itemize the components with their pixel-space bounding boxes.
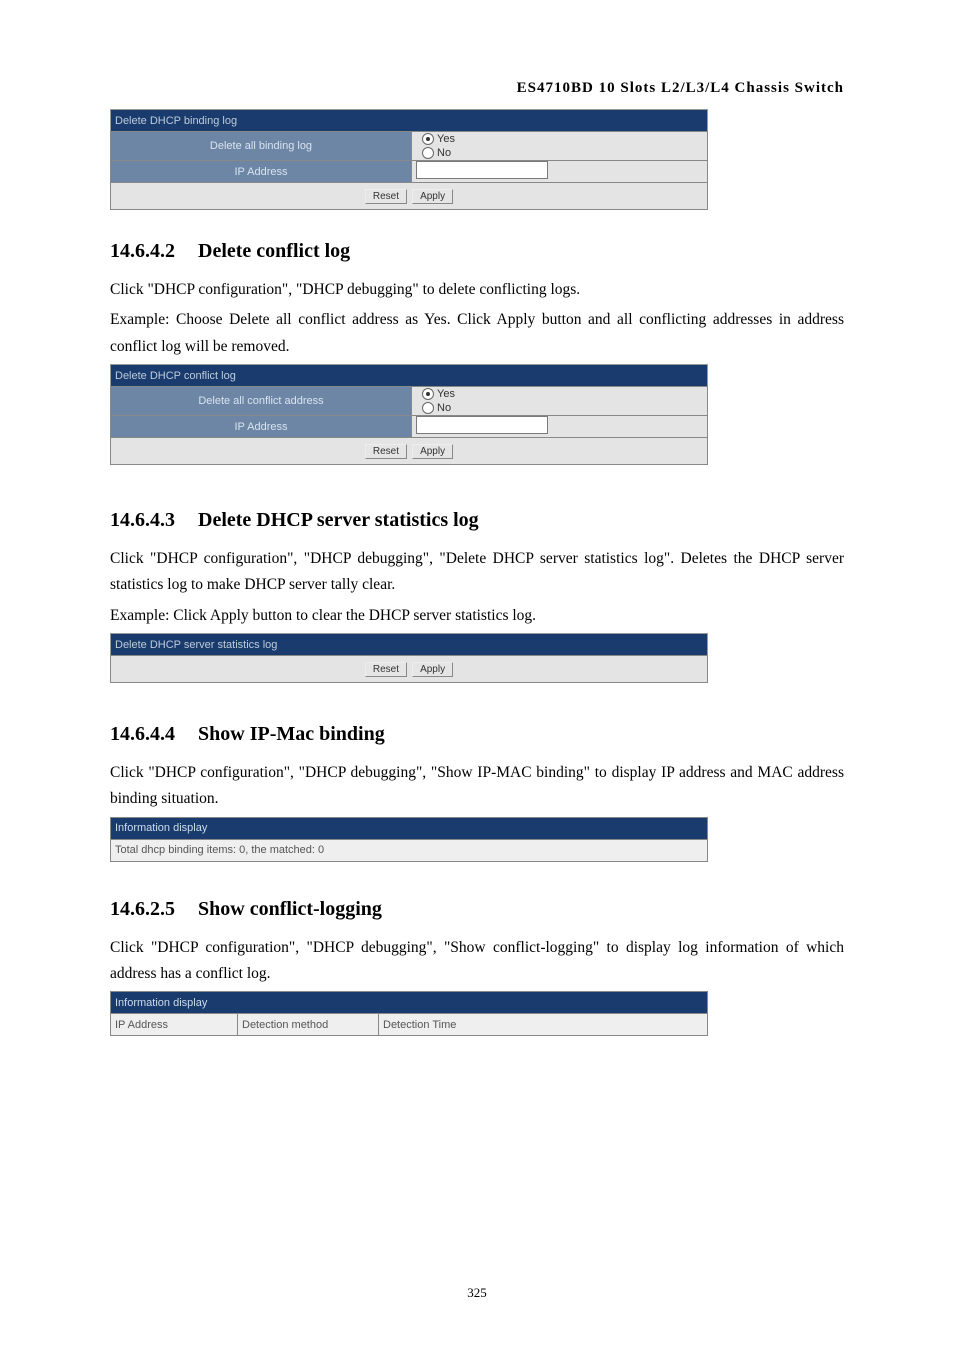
info-display-conflict: Information display IP Address Detection… <box>110 991 708 1036</box>
document-page: ES4710BD 10 Slots L2/L3/L4 Chassis Switc… <box>0 0 954 1351</box>
section-number: 14.6.4.4 <box>110 723 175 746</box>
section-number: 14.6.4.3 <box>110 509 175 532</box>
col-ip-address: IP Address <box>111 1014 238 1036</box>
section-heading: 14.6.4.2 Delete conflict log <box>110 240 844 263</box>
page-header: ES4710BD 10 Slots L2/L3/L4 Chassis Switc… <box>110 80 844 97</box>
paragraph: Click "DHCP configuration", "DHCP debugg… <box>110 760 844 813</box>
ip-address-value <box>412 416 708 438</box>
radio-yes-label: Yes <box>437 133 455 145</box>
section-number: 14.6.4.2 <box>110 240 175 263</box>
section-title: Show IP-Mac binding <box>198 723 385 745</box>
apply-button[interactable]: Apply <box>412 662 453 677</box>
radio-icon <box>422 147 434 159</box>
info-header: Information display <box>111 992 708 1014</box>
form-title: Delete DHCP server statistics log <box>111 634 708 656</box>
reset-button[interactable]: Reset <box>365 189 407 204</box>
delete-all-binding-label: Delete all binding log <box>111 132 412 161</box>
section-heading: 14.6.4.4 Show IP-Mac binding <box>110 723 844 746</box>
page-number: 325 <box>467 1285 487 1301</box>
radio-yes[interactable]: Yes <box>422 387 703 401</box>
section-number: 14.6.2.5 <box>110 898 175 921</box>
ip-address-label: IP Address <box>111 161 412 183</box>
reset-button[interactable]: Reset <box>365 444 407 459</box>
radio-no[interactable]: No <box>422 401 703 415</box>
col-detection-method: Detection method <box>238 1014 379 1036</box>
info-display-ipmac: Information display Total dhcp binding i… <box>110 817 708 862</box>
ip-address-label: IP Address <box>111 416 412 438</box>
paragraph: Click "DHCP configuration", "DHCP debugg… <box>110 935 844 988</box>
ip-address-input[interactable] <box>416 416 548 434</box>
info-body: Total dhcp binding items: 0, the matched… <box>111 839 708 861</box>
info-header: Information display <box>111 817 708 839</box>
form-title: Delete DHCP conflict log <box>111 365 708 387</box>
delete-stats-log-form: Delete DHCP server statistics log Reset … <box>110 633 708 683</box>
delete-conflict-log-form: Delete DHCP conflict log Delete all conf… <box>110 364 708 465</box>
apply-button[interactable]: Apply <box>412 444 453 459</box>
form-title: Delete DHCP binding log <box>111 110 708 132</box>
radio-yes[interactable]: Yes <box>422 132 703 146</box>
radio-yes-label: Yes <box>437 388 455 400</box>
section-title: Delete conflict log <box>198 240 350 262</box>
section-title: Show conflict-logging <box>198 898 382 920</box>
reset-button[interactable]: Reset <box>365 662 407 677</box>
apply-button[interactable]: Apply <box>412 189 453 204</box>
ip-address-value <box>412 161 708 183</box>
radio-icon <box>422 402 434 414</box>
section-heading: 14.6.4.3 Delete DHCP server statistics l… <box>110 509 844 532</box>
radio-no-label: No <box>437 402 451 414</box>
delete-binding-log-form: Delete DHCP binding log Delete all bindi… <box>110 109 708 210</box>
radio-icon <box>422 133 434 145</box>
delete-all-conflict-label: Delete all conflict address <box>111 387 412 416</box>
radio-no[interactable]: No <box>422 146 703 160</box>
radio-no-label: No <box>437 147 451 159</box>
paragraph: Example: Choose Delete all conflict addr… <box>110 307 844 360</box>
delete-all-conflict-value: Yes No <box>412 387 708 416</box>
paragraph: Click "DHCP configuration", "DHCP debugg… <box>110 546 844 599</box>
section-title: Delete DHCP server statistics log <box>198 509 479 531</box>
delete-all-binding-value: Yes No <box>412 132 708 161</box>
paragraph: Click "DHCP configuration", "DHCP debugg… <box>110 277 844 303</box>
ip-address-input[interactable] <box>416 161 548 179</box>
paragraph: Example: Click Apply button to clear the… <box>110 603 844 629</box>
radio-icon <box>422 388 434 400</box>
col-detection-time: Detection Time <box>379 1014 708 1036</box>
section-heading: 14.6.2.5 Show conflict-logging <box>110 898 844 921</box>
